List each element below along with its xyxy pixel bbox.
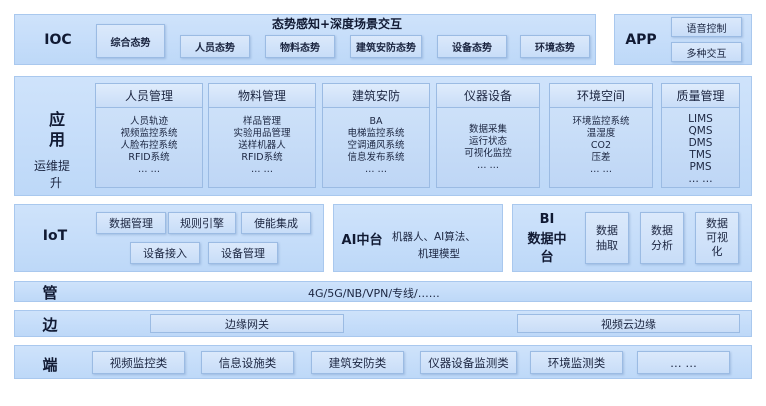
iot-item-device-management[interactable]: 设备管理 xyxy=(208,242,278,264)
application-label-2: 用 xyxy=(48,130,65,149)
column-line: 压差 xyxy=(591,152,611,163)
app-column-building-security[interactable]: 建筑安防 BA 电梯监控系统 空调通风系统 信息发布系统 … … xyxy=(322,83,430,188)
column-body: 环境监控系统 温湿度 CO2 压差 … … xyxy=(550,108,652,187)
app-column-environment[interactable]: 环境空间 环境监控系统 温湿度 CO2 压差 … … xyxy=(549,83,653,188)
column-body: 数据采集 运行状态 可视化监控 … … xyxy=(437,108,539,187)
bi-item-line: 数据 xyxy=(596,224,618,237)
iot-item-data-management[interactable]: 数据管理 xyxy=(96,212,166,234)
application-sublabel-1: 运维提 xyxy=(34,159,71,173)
column-line: … … xyxy=(137,164,161,175)
column-line: QMS xyxy=(688,125,713,137)
ioc-overview-box[interactable]: 综合态势 xyxy=(96,24,165,58)
bian-label: 边 xyxy=(42,315,58,334)
app-column-personnel[interactable]: 人员管理 人员轨迹 视频监控系统 人脸布控系统 RFID系统 … … xyxy=(95,83,203,188)
duan-item-info-facilities[interactable]: 信息设施类 xyxy=(201,351,294,374)
bi-item-data-visualization[interactable]: 数据 可视 化 xyxy=(695,212,739,264)
app-item-multi-interaction[interactable]: 多种交互 xyxy=(671,42,742,62)
column-line: 可视化监控 xyxy=(464,148,512,159)
bi-label-1: BI xyxy=(539,211,555,227)
column-line: 信息发布系统 xyxy=(347,152,405,163)
application-sublabel-2: 升 xyxy=(50,176,63,190)
duan-item-building-security[interactable]: 建筑安防类 xyxy=(311,351,404,374)
bi-item-line: 数据 xyxy=(706,217,728,230)
ioc-item-material[interactable]: 物料态势 xyxy=(265,35,335,58)
iot-item-rule-engine[interactable]: 规则引擎 xyxy=(168,212,236,234)
ioc-item-environment[interactable]: 环境态势 xyxy=(520,35,590,58)
column-line: … … xyxy=(250,164,274,175)
column-line: CO2 xyxy=(590,140,612,151)
app-column-material[interactable]: 物料管理 样品管理 实验用品管理 送样机器人 RFID系统 … … xyxy=(208,83,316,188)
ai-label: AI中台 xyxy=(341,232,383,248)
column-line: RFID系统 xyxy=(241,152,283,163)
column-line: RFID系统 xyxy=(128,152,170,163)
column-line: 人脸布控系统 xyxy=(120,140,178,151)
ioc-item-building-security[interactable]: 建筑安防态势 xyxy=(350,35,422,58)
column-body: LIMS QMS DMS TMS PMS … … xyxy=(662,108,739,187)
column-body: BA 电梯监控系统 空调通风系统 信息发布系统 … … xyxy=(323,108,429,187)
ai-desc-2: 机理模型 xyxy=(418,248,460,260)
ai-desc-1: 机器人、AI算法、 xyxy=(392,231,476,243)
application-label-1: 应 xyxy=(48,110,65,129)
app-label: APP xyxy=(625,32,657,48)
bi-label-3: 台 xyxy=(540,249,554,265)
column-line: … … xyxy=(476,160,500,171)
column-line: … … xyxy=(364,164,388,175)
bi-item-data-analysis[interactable]: 数据 分析 xyxy=(640,212,684,264)
column-line: 送样机器人 xyxy=(238,140,286,151)
duan-item-video-monitoring[interactable]: 视频监控类 xyxy=(92,351,185,374)
column-line: 电梯监控系统 xyxy=(347,128,405,139)
column-title: 物料管理 xyxy=(209,84,315,108)
app-column-equipment[interactable]: 仪器设备 数据采集 运行状态 可视化监控 … … xyxy=(436,83,540,188)
duan-item-instrument-monitoring[interactable]: 仪器设备监测类 xyxy=(420,351,517,374)
column-line: 人员轨迹 xyxy=(129,116,168,127)
column-title: 建筑安防 xyxy=(323,84,429,108)
column-title: 环境空间 xyxy=(550,84,652,108)
column-body: 样品管理 实验用品管理 送样机器人 RFID系统 … … xyxy=(209,108,315,187)
column-line: 运行状态 xyxy=(468,136,507,147)
ioc-label: IOC xyxy=(44,32,72,48)
app-column-quality[interactable]: 质量管理 LIMS QMS DMS TMS PMS … … xyxy=(661,83,740,188)
column-line: 样品管理 xyxy=(242,116,281,127)
duan-label: 端 xyxy=(42,355,58,374)
column-line: DMS xyxy=(688,137,713,149)
ioc-title: 态势感知+深度场景交互 xyxy=(272,17,403,31)
column-line: 温湿度 xyxy=(586,128,616,139)
bi-item-line: 抽取 xyxy=(596,239,618,252)
column-line: … … xyxy=(589,164,613,175)
column-line: BA xyxy=(369,116,383,127)
iot-label: IoT xyxy=(42,228,68,244)
iot-item-device-access[interactable]: 设备接入 xyxy=(130,242,200,264)
bi-item-line: 分析 xyxy=(651,239,673,252)
bi-label-2: 数据中 xyxy=(527,231,567,247)
column-line: TMS xyxy=(689,149,712,161)
column-line: 空调通风系统 xyxy=(347,140,405,151)
bi-item-line: 数据 xyxy=(651,224,673,237)
ioc-item-equipment[interactable]: 设备态势 xyxy=(437,35,507,58)
column-title: 质量管理 xyxy=(662,84,739,108)
column-line: 视频监控系统 xyxy=(120,128,178,139)
bi-item-data-extract[interactable]: 数据 抽取 xyxy=(585,212,629,264)
column-line: 数据采集 xyxy=(468,124,507,135)
guan-label: 管 xyxy=(42,283,58,302)
column-body: 人员轨迹 视频监控系统 人脸布控系统 RFID系统 … … xyxy=(96,108,202,187)
duan-item-environment-monitoring[interactable]: 环境监测类 xyxy=(530,351,623,374)
ioc-item-personnel[interactable]: 人员态势 xyxy=(180,35,250,58)
column-title: 人员管理 xyxy=(96,84,202,108)
bian-video-cloud-edge[interactable]: 视频云边缘 xyxy=(517,314,740,333)
bi-item-line: 可视 xyxy=(706,231,728,244)
column-line: 环境监控系统 xyxy=(572,116,630,127)
bi-item-line: 化 xyxy=(711,245,723,258)
column-title: 仪器设备 xyxy=(437,84,539,108)
iot-item-enable-integration[interactable]: 使能集成 xyxy=(241,212,311,234)
bian-edge-gateway[interactable]: 边缘网关 xyxy=(150,314,344,333)
column-line: … … xyxy=(688,173,713,185)
column-line: 实验用品管理 xyxy=(233,128,291,139)
app-item-voice-control[interactable]: 语音控制 xyxy=(671,17,742,37)
column-line: LIMS xyxy=(688,113,713,125)
guan-network: 4G/5G/NB/VPN/专线/…… xyxy=(308,287,440,300)
duan-item-more[interactable]: … … xyxy=(637,351,730,374)
column-line: PMS xyxy=(689,161,712,173)
